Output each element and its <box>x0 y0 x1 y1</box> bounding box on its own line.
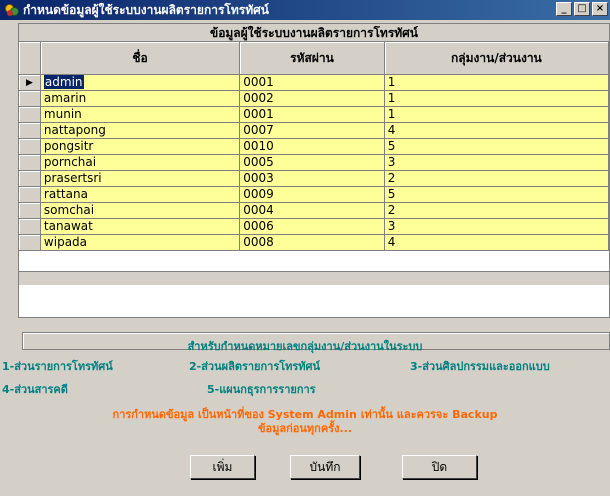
header-group[interactable]: กลุ่มงาน/ส่วนงาน <box>385 42 609 74</box>
cell-password[interactable]: 0008 <box>240 235 385 250</box>
legend-item-5: 5-แผนกธุรการรายการ <box>207 383 316 396</box>
cell-password[interactable]: 0004 <box>240 203 385 218</box>
cell-name[interactable]: prasertsri <box>40 171 241 186</box>
cell-name[interactable]: admin <box>40 75 241 90</box>
cell-group[interactable]: 4 <box>384 235 609 250</box>
grid-caption: ข้อมูลผู้ใช้ระบบงานผลิตรายการโทรทัศน์ <box>19 24 609 42</box>
header-name[interactable]: ชื่อ <box>41 42 241 74</box>
user-data-window: กำหนดข้อมูลผู้ใช้ระบบงานผลิตรายการโทรทัศ… <box>0 0 610 496</box>
cell-password[interactable]: 0005 <box>240 155 385 170</box>
grid-header: ชื่อ รหัสผ่าน กลุ่มงาน/ส่วนงาน <box>19 42 609 75</box>
cell-password[interactable]: 0007 <box>240 123 385 138</box>
row-indicator <box>19 187 41 202</box>
table-row[interactable]: prasertsri 0003 2 <box>19 171 609 187</box>
row-indicator <box>19 235 41 250</box>
add-button[interactable]: เพิ่ม <box>190 455 255 479</box>
table-row[interactable]: amarin 0002 1 <box>19 91 609 107</box>
row-indicator <box>19 91 41 106</box>
row-indicator <box>19 123 41 138</box>
cell-group[interactable]: 1 <box>384 91 609 106</box>
table-row[interactable]: rattana 0009 5 <box>19 187 609 203</box>
cell-password[interactable]: 0001 <box>240 75 385 90</box>
legend-item-1: 1-ส่วนรายการโทรทัศน์ <box>2 360 113 373</box>
cell-group[interactable]: 1 <box>384 107 609 122</box>
table-row[interactable]: pornchai 0005 3 <box>19 155 609 171</box>
cell-group[interactable]: 5 <box>384 187 609 202</box>
row-indicator <box>19 171 41 186</box>
legend-item-3: 3-ส่วนศิลปกรรมและออกแบบ <box>410 360 550 373</box>
cell-password[interactable]: 0002 <box>240 91 385 106</box>
close-button[interactable]: ปิด <box>402 455 477 479</box>
table-row[interactable]: nattapong 0007 4 <box>19 123 609 139</box>
horizontal-scrollbar[interactable] <box>19 271 609 285</box>
cell-group[interactable]: 3 <box>384 219 609 234</box>
table-row[interactable]: pongsitr 0010 5 <box>19 139 609 155</box>
table-row[interactable]: wipada 0008 4 <box>19 235 609 251</box>
cell-name[interactable]: amarin <box>40 91 241 106</box>
close-window-button[interactable]: × <box>592 2 608 16</box>
table-row[interactable]: ▶ admin 0001 1 <box>19 75 609 91</box>
window-controls: _ □ × <box>554 2 608 16</box>
selected-text: admin <box>43 75 84 89</box>
cell-group[interactable]: 5 <box>384 139 609 154</box>
cell-name[interactable]: pornchai <box>40 155 241 170</box>
table-row[interactable]: munin 0001 1 <box>19 107 609 123</box>
cell-name[interactable]: wipada <box>40 235 241 250</box>
cell-group[interactable]: 3 <box>384 155 609 170</box>
grid-empty-area <box>19 251 609 271</box>
title-bar[interactable]: กำหนดข้อมูลผู้ใช้ระบบงานผลิตรายการโทรทัศ… <box>0 0 610 20</box>
minimize-button[interactable]: _ <box>556 2 572 16</box>
table-row[interactable]: tanawat 0006 3 <box>19 219 609 235</box>
cell-name[interactable]: tanawat <box>40 219 241 234</box>
cell-password[interactable]: 0003 <box>240 171 385 186</box>
maximize-button[interactable]: □ <box>574 2 590 16</box>
header-indicator-cell <box>19 42 41 74</box>
cell-name[interactable]: pongsitr <box>40 139 241 154</box>
cell-group[interactable]: 2 <box>384 171 609 186</box>
cell-group[interactable]: 1 <box>384 75 609 90</box>
row-indicator <box>19 219 41 234</box>
row-indicator <box>19 139 41 154</box>
row-indicator <box>19 203 41 218</box>
legend-item-4: 4-ส่วนสารคดี <box>2 383 68 396</box>
cell-name[interactable]: somchai <box>40 203 241 218</box>
admin-note-line2: ข้อมูลก่อนทุกครั้ง... <box>258 422 352 435</box>
row-indicator <box>19 107 41 122</box>
cell-name[interactable]: munin <box>40 107 241 122</box>
save-button[interactable]: บันทึก <box>290 455 360 479</box>
cell-group[interactable]: 2 <box>384 203 609 218</box>
table-row[interactable]: somchai 0004 2 <box>19 203 609 219</box>
window-title: กำหนดข้อมูลผู้ใช้ระบบงานผลิตรายการโทรทัศ… <box>23 2 269 17</box>
cell-password[interactable]: 0010 <box>240 139 385 154</box>
cell-password[interactable]: 0006 <box>240 219 385 234</box>
app-icon <box>4 2 20 18</box>
header-password[interactable]: รหัสผ่าน <box>240 42 385 74</box>
cell-name[interactable]: nattapong <box>40 123 241 138</box>
legend-title: สำหรับกำหนดหมายเลขกลุ่มงาน/ส่วนงานในระบบ <box>187 340 423 353</box>
cell-name[interactable]: rattana <box>40 187 241 202</box>
cell-password[interactable]: 0001 <box>240 107 385 122</box>
cell-password[interactable]: 0009 <box>240 187 385 202</box>
legend-item-2: 2-ส่วนผลิตรายการโทรทัศน์ <box>189 360 321 373</box>
row-indicator <box>19 155 41 170</box>
cell-group[interactable]: 4 <box>384 123 609 138</box>
current-row-indicator-icon: ▶ <box>19 75 41 90</box>
users-grid[interactable]: ข้อมูลผู้ใช้ระบบงานผลิตรายการโทรทัศน์ ชื… <box>18 23 610 318</box>
